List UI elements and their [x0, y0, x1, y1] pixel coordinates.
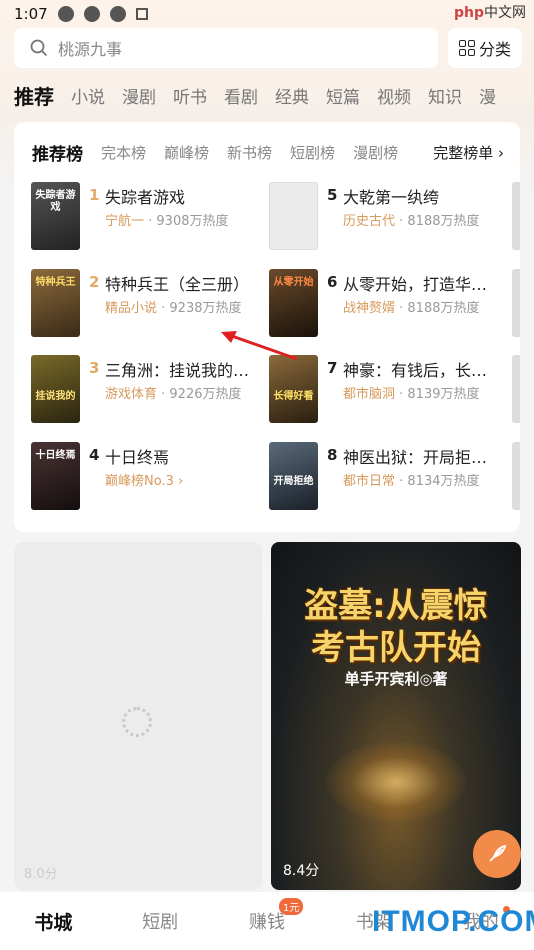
rank-book-item[interactable]: 挂说我的 3 三角洲：挂说我的… 游戏体育 · 9226万热度	[31, 355, 266, 425]
tab-drama[interactable]: 看剧	[224, 83, 258, 108]
book-meta: 战神赘婿 · 8188万热度	[343, 301, 480, 316]
rank-number: 7	[327, 359, 338, 377]
tab-recommend[interactable]: 推荐	[14, 81, 54, 110]
tab-short[interactable]: 短篇	[326, 83, 360, 108]
tab-novel[interactable]: 小说	[71, 83, 105, 108]
book-title: 从零开始，打造华…	[343, 275, 488, 294]
search-bar[interactable]: 桃源九事	[14, 28, 438, 68]
rank-tab-new[interactable]: 新书榜	[227, 142, 272, 163]
annotation-arrow	[221, 331, 298, 361]
peek-cover	[512, 355, 520, 423]
watermark-top: php中文网	[453, 5, 526, 21]
book-title: 神医出狱：开局拒…	[343, 448, 488, 467]
watermark-bottom: ITMOP.COM	[372, 905, 534, 938]
book-meta: 游戏体育 · 9226万热度	[105, 387, 242, 402]
book-title: 神豪：有钱后，长…	[343, 361, 488, 380]
loading-spinner-icon	[122, 707, 152, 737]
earn-badge: 1元	[278, 898, 304, 915]
rank-number: 2	[89, 273, 100, 291]
tab-classic[interactable]: 经典	[275, 83, 309, 108]
book-title: 失踪者游戏	[105, 188, 186, 207]
category-label: 分类	[478, 40, 511, 59]
app-icon	[135, 8, 148, 20]
search-placeholder: 桃源九事	[58, 40, 123, 59]
rank-book-item[interactable]: 5 大乾第一纨绔 历史古代 · 8188万热度	[269, 182, 504, 252]
rank-tabs: 推荐榜 完本榜 巅峰榜 新书榜 短剧榜 漫剧榜	[32, 140, 398, 165]
rank-number: 3	[89, 359, 100, 377]
write-button[interactable]	[473, 830, 521, 878]
book-meta: 巅峰榜No.3 ›	[105, 474, 184, 489]
notification-icon	[109, 6, 126, 22]
book-meta: 都市脑洞 · 8139万热度	[343, 387, 480, 402]
search-icon	[30, 39, 48, 57]
book-title: 特种兵王（全三册）	[105, 275, 250, 294]
rank-book-item[interactable]: 失踪者游戏 1 失踪者游戏 宁航一 · 9308万热度	[31, 182, 266, 252]
book-meta: 精品小说 · 9238万热度	[105, 301, 242, 316]
poster-title-line2: 考古队开始	[311, 628, 481, 668]
notification-icon	[57, 6, 74, 22]
rank-number: 5	[327, 186, 338, 204]
peek-cover	[512, 269, 520, 337]
feed-score: 8.0分	[24, 867, 58, 882]
book-cover	[269, 182, 318, 250]
book-cover: 失踪者游戏	[31, 182, 80, 250]
book-meta: 历史古代 · 8188万热度	[343, 214, 480, 229]
book-meta: 都市日常 · 8134万热度	[343, 474, 480, 489]
nav-earn[interactable]: 赚钱 1元	[217, 898, 317, 934]
status-time: 1:07	[14, 5, 48, 23]
book-cover: 挂说我的	[31, 355, 80, 423]
tab-audiobook[interactable]: 听书	[173, 83, 207, 108]
book-title: 大乾第一纨绔	[343, 188, 440, 207]
rank-number: 6	[327, 273, 338, 291]
poster-glow	[326, 742, 466, 822]
feed-card-loading[interactable]: 8.0分	[14, 542, 262, 890]
grid-icon	[458, 40, 475, 56]
tab-manju[interactable]: 漫剧	[122, 83, 156, 108]
tab-comic[interactable]: 漫	[479, 83, 496, 108]
category-button[interactable]: 分类	[448, 28, 522, 68]
book-cover: 十日终焉	[31, 442, 80, 510]
rank-tab-recommend[interactable]: 推荐榜	[32, 140, 83, 165]
book-cover: 长得好看	[269, 355, 318, 423]
tab-knowledge[interactable]: 知识	[428, 83, 462, 108]
rank-book-item[interactable]: 十日终焉 4 十日终焉 巅峰榜No.3 ›	[31, 442, 266, 512]
book-meta: 宁航一 · 9308万热度	[105, 214, 229, 229]
rank-number: 8	[327, 446, 338, 464]
tab-video[interactable]: 视频	[377, 83, 411, 108]
top-tabs: 推荐 小说 漫剧 听书 看剧 经典 短篇 视频 知识 漫	[14, 80, 496, 110]
rank-number: 1	[89, 186, 100, 204]
feed-score: 8.4分	[283, 863, 320, 879]
rank-tab-shortdrama[interactable]: 短剧榜	[290, 142, 335, 163]
rank-tab-complete[interactable]: 完本榜	[101, 142, 146, 163]
rank-book-item[interactable]: 开局拒绝 8 神医出狱：开局拒… 都市日常 · 8134万热度	[269, 442, 504, 512]
peek-cover	[512, 182, 520, 250]
full-rank-link[interactable]: 完整榜单 ›	[433, 142, 504, 163]
rank-book-item[interactable]: 长得好看 7 神豪：有钱后，长… 都市脑洞 · 8139万热度	[269, 355, 504, 425]
notification-icon	[83, 6, 100, 22]
nav-shortdrama[interactable]: 短剧	[110, 908, 210, 934]
book-cover: 特种兵王	[31, 269, 80, 337]
rank-number: 4	[89, 446, 100, 464]
book-title: 十日终焉	[105, 448, 170, 467]
rank-tab-peak[interactable]: 巅峰榜	[164, 142, 209, 163]
poster-author: 单手开宾利◎著	[344, 670, 448, 688]
feather-icon	[489, 844, 507, 862]
book-cover: 开局拒绝	[269, 442, 318, 510]
nav-bookstore[interactable]: 书城	[3, 908, 103, 935]
peek-cover	[512, 442, 520, 510]
rank-tab-manju[interactable]: 漫剧榜	[353, 142, 398, 163]
